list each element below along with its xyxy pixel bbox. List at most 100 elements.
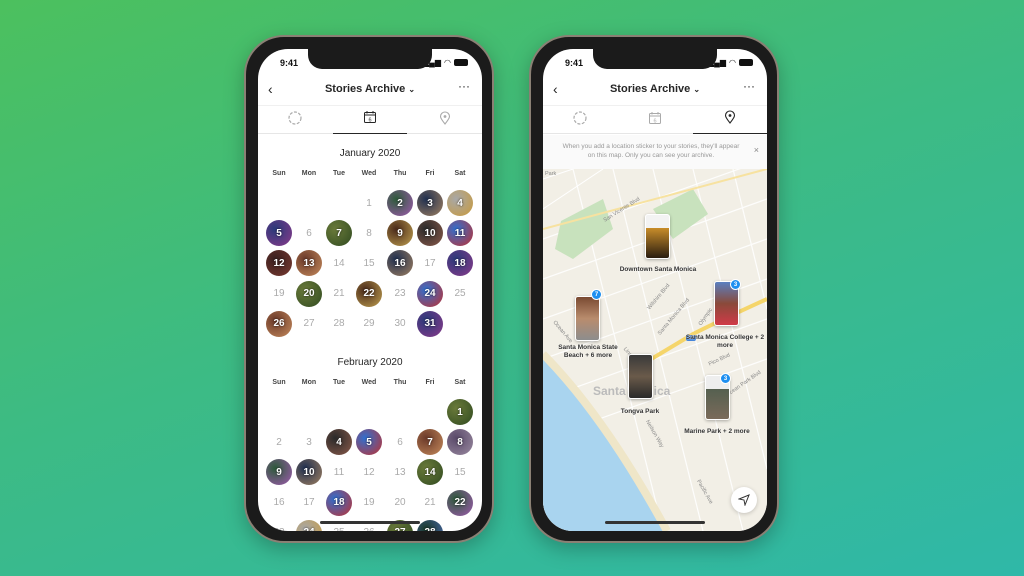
calendar-day-with-story[interactable]: 18	[447, 250, 473, 277]
count-badge: 7	[591, 289, 602, 300]
calendar-day-with-story[interactable]: 22	[447, 489, 473, 516]
calendar-day-with-story[interactable]: 1	[447, 399, 473, 425]
stories-ring-icon	[573, 110, 587, 130]
calendar-day: 19	[363, 497, 375, 509]
map-screen: 9:41 ▂▄▆ ◠ ‹ Stories Archive ⌄ ··· 6 When…	[543, 49, 767, 531]
phone-map: 9:41 ▂▄▆ ◠ ‹ Stories Archive ⌄ ··· 6 When…	[529, 35, 779, 543]
header: ‹ Stories Archive ⌄ ···	[543, 79, 767, 101]
calendar-day-with-story[interactable]: 4	[326, 429, 352, 456]
weekday-label: Fri	[425, 379, 435, 386]
tab-bar: 6	[258, 105, 482, 134]
calendar-day: 17	[303, 497, 315, 509]
calendar-day-with-story[interactable]: 7	[326, 220, 352, 247]
calendar-day-with-story[interactable]: 8	[447, 429, 473, 456]
info-banner: When you add a location sticker to your …	[543, 135, 767, 169]
page-title: Stories Archive	[609, 83, 691, 95]
calendar-day-with-story[interactable]: 5	[266, 220, 292, 247]
tab-stories-ring[interactable]	[543, 106, 617, 134]
calendar-day-with-story[interactable]: 3	[417, 190, 443, 216]
status-time: 9:41	[280, 58, 299, 68]
weekday-label: Fri	[425, 170, 435, 177]
calendar-day: 29	[363, 318, 375, 330]
calendar-day-with-story[interactable]: 2	[387, 190, 413, 216]
svg-text:6: 6	[368, 117, 371, 123]
calendar-day-with-story[interactable]: 10	[417, 220, 443, 247]
pin-label: Downtown Santa Monica	[619, 266, 697, 273]
calendar-day: 23	[394, 288, 406, 300]
park-area	[555, 199, 613, 259]
month-title: February 2020	[337, 357, 403, 368]
wifi-icon: ◠	[729, 58, 736, 67]
pin-thumbnail[interactable]	[645, 214, 670, 259]
calendar-screen: 9:41 ▂▄▆ ◠ ‹ Stories Archive ⌄ ··· 6 Janu…	[258, 49, 482, 531]
calendar-day-with-story[interactable]: 26	[266, 310, 292, 337]
home-indicator	[605, 521, 705, 524]
weekday-label: Tue	[333, 170, 345, 177]
calendar-day-with-story[interactable]: 9	[387, 220, 413, 247]
chevron-down-icon: ⌄	[693, 85, 701, 94]
calendar-day: 27	[303, 318, 315, 330]
current-location-button[interactable]	[731, 487, 757, 513]
calendar-day: 17	[424, 257, 436, 269]
more-icon[interactable]: ···	[458, 79, 470, 93]
close-icon[interactable]: ×	[754, 146, 759, 155]
battery-icon	[454, 59, 468, 66]
calendar-day: 16	[273, 497, 285, 509]
page-title: Stories Archive	[324, 83, 406, 95]
banner-text: When you add a location sticker to your …	[562, 143, 740, 159]
calendar-day-with-story[interactable]: 22	[356, 280, 382, 307]
street-label: Park	[545, 171, 557, 177]
pin-label: Santa Monica State Beach + 6 more	[558, 344, 618, 359]
chevron-down-icon: ⌄	[408, 85, 416, 94]
count-badge: 3	[730, 279, 741, 290]
tab-location-pin[interactable]	[408, 106, 482, 134]
tab-calendar[interactable]: 6	[333, 106, 407, 134]
calendar-day-with-story[interactable]: 10	[296, 459, 322, 486]
calendar-day: 20	[394, 497, 406, 509]
calendar-day-with-story[interactable]: 31	[417, 310, 443, 337]
tab-bar: 6	[543, 105, 767, 134]
calendar-day-with-story[interactable]: 11	[447, 220, 473, 247]
calendar-day-with-story[interactable]: 13	[296, 250, 322, 277]
calendar-day: 2	[276, 436, 282, 448]
weekday-label: Thu	[393, 170, 407, 177]
calendar-day-with-story[interactable]: 12	[266, 250, 292, 277]
pin-thumbnail[interactable]	[575, 296, 600, 341]
calendar-day: 19	[273, 288, 285, 300]
calendar-day-with-story[interactable]: 28	[417, 519, 443, 531]
calendar-icon: 6	[363, 110, 377, 129]
calendar-day-with-story[interactable]: 14	[417, 459, 443, 486]
location-pin-icon	[438, 110, 452, 130]
tab-calendar[interactable]: 6	[618, 106, 692, 134]
calendar-day-with-story[interactable]: 18	[326, 489, 352, 516]
calendar-day-with-story[interactable]: 7	[417, 429, 443, 456]
weekday-label: Wed	[361, 170, 377, 177]
svg-text:6: 6	[653, 118, 656, 124]
calendar-day: 21	[333, 288, 345, 300]
weekday-label: Sun	[272, 170, 286, 177]
weekday-label: Sun	[272, 379, 286, 386]
header: ‹ Stories Archive ⌄ ···	[258, 79, 482, 101]
calendar-day-with-story[interactable]: 9	[266, 459, 292, 486]
calendar-day-with-story[interactable]: 4	[447, 190, 473, 216]
calendar-day-with-story[interactable]: 20	[296, 280, 322, 307]
wifi-icon: ◠	[444, 58, 451, 67]
notch	[308, 49, 432, 69]
title-dropdown[interactable]: Stories Archive ⌄	[543, 83, 767, 95]
tab-stories-ring[interactable]	[258, 106, 332, 134]
more-icon[interactable]: ···	[743, 79, 755, 93]
calendar-day-with-story[interactable]: 16	[387, 250, 413, 277]
calendar-day: 12	[363, 466, 375, 478]
title-dropdown[interactable]: Stories Archive ⌄	[258, 83, 482, 95]
calendar-day-with-story[interactable]: 24	[417, 280, 443, 307]
calendar-day: 13	[394, 466, 406, 478]
tab-location-pin[interactable]	[693, 106, 767, 134]
calendar-day-with-story[interactable]: 24	[296, 519, 322, 531]
calendar-day: 15	[454, 466, 466, 478]
calendar-day-with-story[interactable]: 5	[356, 429, 382, 456]
pin-thumbnail[interactable]	[628, 354, 653, 399]
pin-label: Santa Monica College + 2 more	[685, 334, 765, 349]
notch	[593, 49, 717, 69]
map[interactable]: Park San Vicente Blvd Wilshire Blvd Sant…	[543, 169, 767, 531]
battery-icon	[739, 59, 753, 66]
